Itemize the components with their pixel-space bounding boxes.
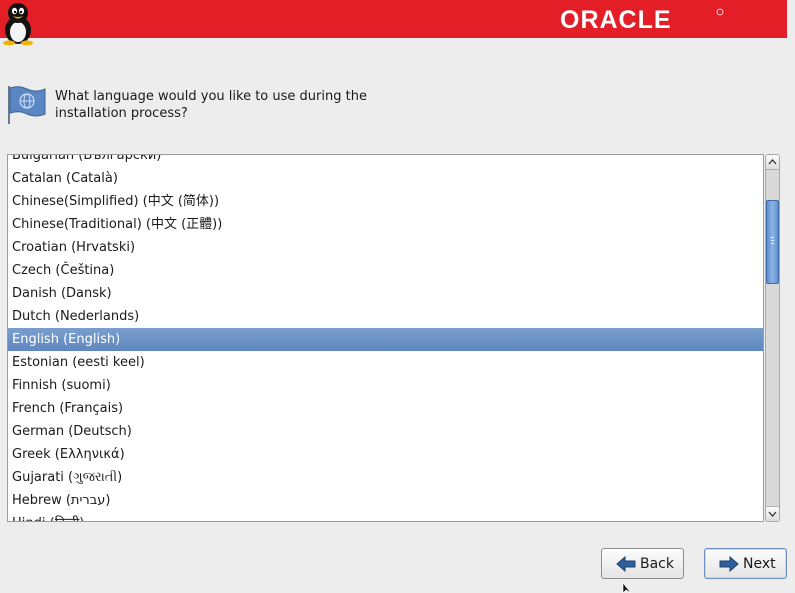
language-option[interactable]: Gujarati (ગુજરાતી)	[8, 466, 763, 489]
language-option[interactable]: Finnish (suomi)	[8, 374, 763, 397]
language-prompt: What language would you like to use duri…	[55, 89, 367, 121]
language-list-scrollbar[interactable]	[765, 154, 780, 522]
chevron-down-icon	[768, 511, 777, 517]
tux-penguin-icon	[3, 3, 33, 46]
back-button[interactable]: Back	[601, 548, 684, 579]
svg-text:ORACLE: ORACLE	[560, 6, 672, 32]
flag-icon	[8, 86, 46, 124]
language-option[interactable]: Chinese(Traditional) (中文 (正體))	[8, 213, 763, 236]
language-option[interactable]: English (English)	[8, 328, 763, 351]
language-option[interactable]: Croatian (Hrvatski)	[8, 236, 763, 259]
scroll-down-button[interactable]	[766, 506, 779, 521]
arrow-left-icon	[616, 555, 636, 572]
language-option[interactable]: Chinese(Simplified) (中文 (简体))	[8, 190, 763, 213]
scroll-up-button[interactable]	[766, 155, 779, 170]
language-option[interactable]: Greek (Ελληνικά)	[8, 443, 763, 466]
language-option[interactable]: Danish (Dansk)	[8, 282, 763, 305]
grip-icon	[771, 237, 774, 245]
language-option[interactable]: Dutch (Nederlands)	[8, 305, 763, 328]
arrow-right-icon	[719, 555, 739, 572]
language-option[interactable]: Czech (Čeština)	[8, 259, 763, 282]
language-option[interactable]: Hebrew (עברית)	[8, 489, 763, 512]
language-option[interactable]: French (Français)	[8, 397, 763, 420]
next-button-label: Next	[743, 555, 776, 572]
language-option[interactable]: Estonian (eesti keel)	[8, 351, 763, 374]
language-option[interactable]: Bulgarian (Български)	[8, 155, 763, 167]
language-option[interactable]: German (Deutsch)	[8, 420, 763, 443]
scroll-thumb[interactable]	[766, 200, 779, 284]
oracle-logo: ORACLE	[560, 6, 724, 32]
language-list[interactable]: Bulgarian (Български) Catalan (Català) Chi…	[7, 154, 764, 522]
language-option[interactable]: Hindi (हिन्दी)	[8, 512, 763, 521]
mouse-cursor-icon	[622, 583, 632, 593]
language-option[interactable]: Catalan (Català)	[8, 167, 763, 190]
chevron-up-icon	[768, 159, 777, 165]
back-button-label: Back	[640, 555, 674, 572]
header-banner: ORACLE	[0, 0, 787, 46]
next-button[interactable]: Next	[704, 548, 787, 579]
